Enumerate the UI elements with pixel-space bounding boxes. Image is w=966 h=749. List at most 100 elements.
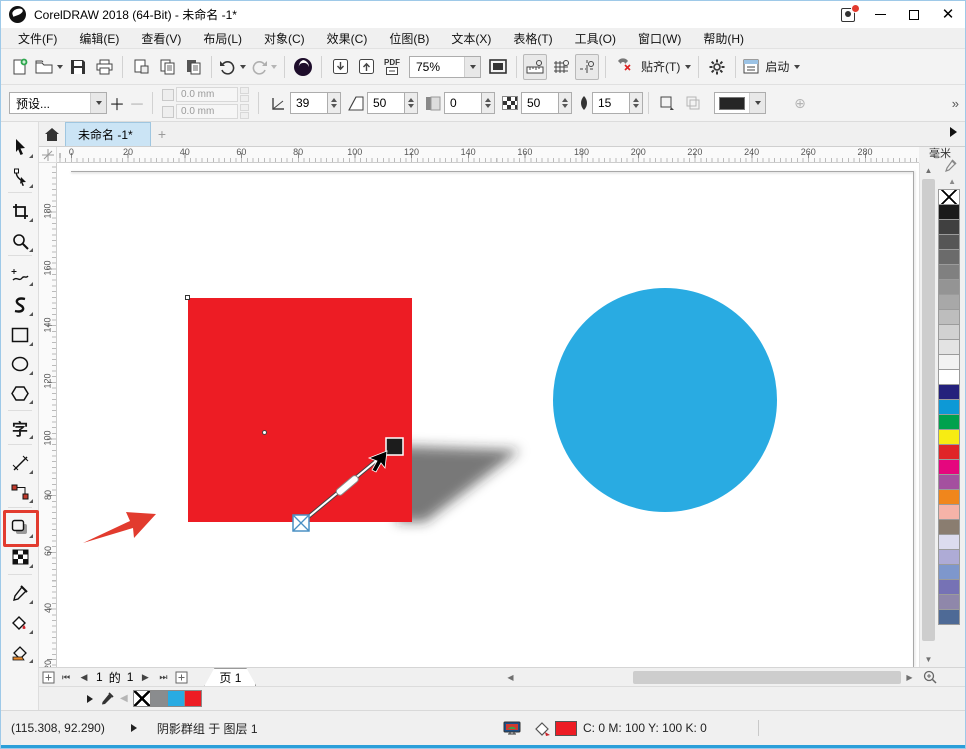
shadow-extend-field[interactable]: 50 [367,92,405,114]
remove-preset-button[interactable]: － [127,92,147,114]
shadow-opacity-spinner[interactable] [559,92,572,114]
shadow-angle-field[interactable]: 39 [290,92,328,114]
paste-button[interactable] [181,54,205,80]
full-screen-preview-button[interactable] [486,54,510,80]
palette-swatch[interactable] [938,534,960,550]
welcome-home-button[interactable] [39,122,65,146]
feather-edges-button[interactable] [681,90,705,116]
shadow-color-arrow[interactable] [749,93,765,113]
palette-swatch[interactable] [938,384,960,400]
snap-dropdown-icon[interactable] [685,65,691,69]
publish-pdf-button[interactable]: PDF [380,54,404,80]
palette-swatch[interactable] [938,474,960,490]
close-button[interactable]: ✕ [931,1,965,28]
document-palette-swatch[interactable] [167,690,185,707]
horizontal-scroll-thumb[interactable] [633,671,901,684]
menu-item[interactable]: 文本(X) [440,28,502,49]
menu-item[interactable]: 窗口(W) [627,28,692,49]
palette-swatch[interactable] [938,459,960,475]
vertical-scrollbar[interactable]: ▲ ▼ [919,163,936,667]
offset-x-spinner[interactable] [240,87,249,102]
crop-tool[interactable] [5,198,35,224]
palette-swatch[interactable] [938,339,960,355]
shadow-color-combo[interactable] [714,92,766,114]
palette-swatch[interactable] [938,189,960,205]
menu-item[interactable]: 编辑(E) [68,28,130,49]
palette-eyedropper-icon[interactable] [945,159,957,172]
palette-scroll-up-icon[interactable]: ▲ [948,177,956,186]
search-content-button[interactable] [291,54,315,80]
parallel-dimension-tool[interactable] [5,450,35,476]
horizontal-ruler[interactable]: 020406080100120140160180200220240260280 [57,147,919,163]
quick-customize-button[interactable]: ⊕ [790,92,810,114]
snap-to-button[interactable]: 贴齐(T) [638,54,692,80]
shadow-angle-spinner[interactable] [328,92,341,114]
zoom-level-combo[interactable]: 75% [409,56,481,78]
freehand-tool[interactable] [5,262,35,288]
rectangle-tool[interactable] [5,322,35,348]
shadow-feather-field[interactable]: 15 [592,92,630,114]
menu-item[interactable]: 表格(T) [502,28,563,49]
undo-dropdown-icon[interactable] [240,65,246,69]
palette-swatch[interactable] [938,519,960,535]
scroll-left-icon[interactable]: ◀ [503,670,518,685]
add-preset-button[interactable]: ＋ [107,92,127,114]
print-button[interactable] [92,54,116,80]
shape-tool[interactable] [5,164,35,190]
connector-tool[interactable] [5,479,35,505]
palette-swatch[interactable] [938,549,960,565]
first-page-button[interactable]: ⏮ [57,669,75,685]
show-guidelines-button[interactable] [575,54,599,80]
palette-swatch[interactable] [938,369,960,385]
document-color-settings-icon[interactable] [503,721,521,736]
shadow-offset-y-field[interactable]: 0.0 mm [176,104,238,119]
options-button[interactable] [705,54,729,80]
new-tab-button[interactable]: + [151,122,173,146]
document-tab-active[interactable]: 未命名 -1* [65,122,151,146]
add-page-before-button[interactable] [39,669,57,685]
status-flyout-icon[interactable] [131,724,137,732]
palette-swatch[interactable] [938,504,960,520]
menu-item[interactable]: 效果(C) [316,28,379,49]
document-palette-swatch[interactable] [133,690,151,707]
palette-swatch[interactable] [938,279,960,295]
menu-item[interactable]: 位图(B) [378,28,440,49]
next-page-button[interactable]: ▶ [136,669,154,685]
palette-swatch[interactable] [938,294,960,310]
scroll-up-icon[interactable]: ▲ [920,163,937,178]
artistic-media-tool[interactable] [5,292,35,318]
color-eyedropper-tool[interactable] [5,580,35,606]
palette-swatch[interactable] [938,564,960,580]
launch-dropdown-icon[interactable] [794,65,800,69]
ruler-origin[interactable] [39,147,57,163]
new-document-button[interactable] [8,54,32,80]
open-button[interactable] [34,54,64,80]
document-palette-eyedropper-icon[interactable] [101,692,114,705]
palette-swatch[interactable] [938,414,960,430]
feather-direction-button[interactable] [655,90,679,116]
palette-swatch[interactable] [938,444,960,460]
page-tab[interactable]: 页 1 [204,668,256,686]
shadow-offset-x-field[interactable]: 0.0 mm [176,87,238,102]
menu-item[interactable]: 文件(F) [7,28,68,49]
preset-combo-arrow[interactable] [90,93,106,113]
document-palette-swatch[interactable] [184,690,202,707]
shadow-opacity-field[interactable]: 50 [521,92,559,114]
palette-swatch[interactable] [938,309,960,325]
last-page-button[interactable]: ⏭ [154,669,172,685]
document-palette-flyout-icon[interactable] [87,695,93,703]
redo-button[interactable] [249,54,278,80]
palette-swatch[interactable] [938,219,960,235]
pick-tool[interactable] [5,134,35,160]
undo-button[interactable] [218,54,247,80]
text-tool[interactable]: 字 [5,415,35,441]
menu-item[interactable]: 查看(V) [130,28,192,49]
preset-combo[interactable]: 预设... [9,92,107,114]
shadow-fade-spinner[interactable] [482,92,495,114]
cut-button[interactable] [129,54,153,80]
scroll-right-icon[interactable]: ▶ [902,670,917,685]
palette-swatch[interactable] [938,429,960,445]
import-button[interactable] [328,54,352,80]
menu-item[interactable]: 对象(C) [253,28,316,49]
menu-item[interactable]: 帮助(H) [692,28,755,49]
